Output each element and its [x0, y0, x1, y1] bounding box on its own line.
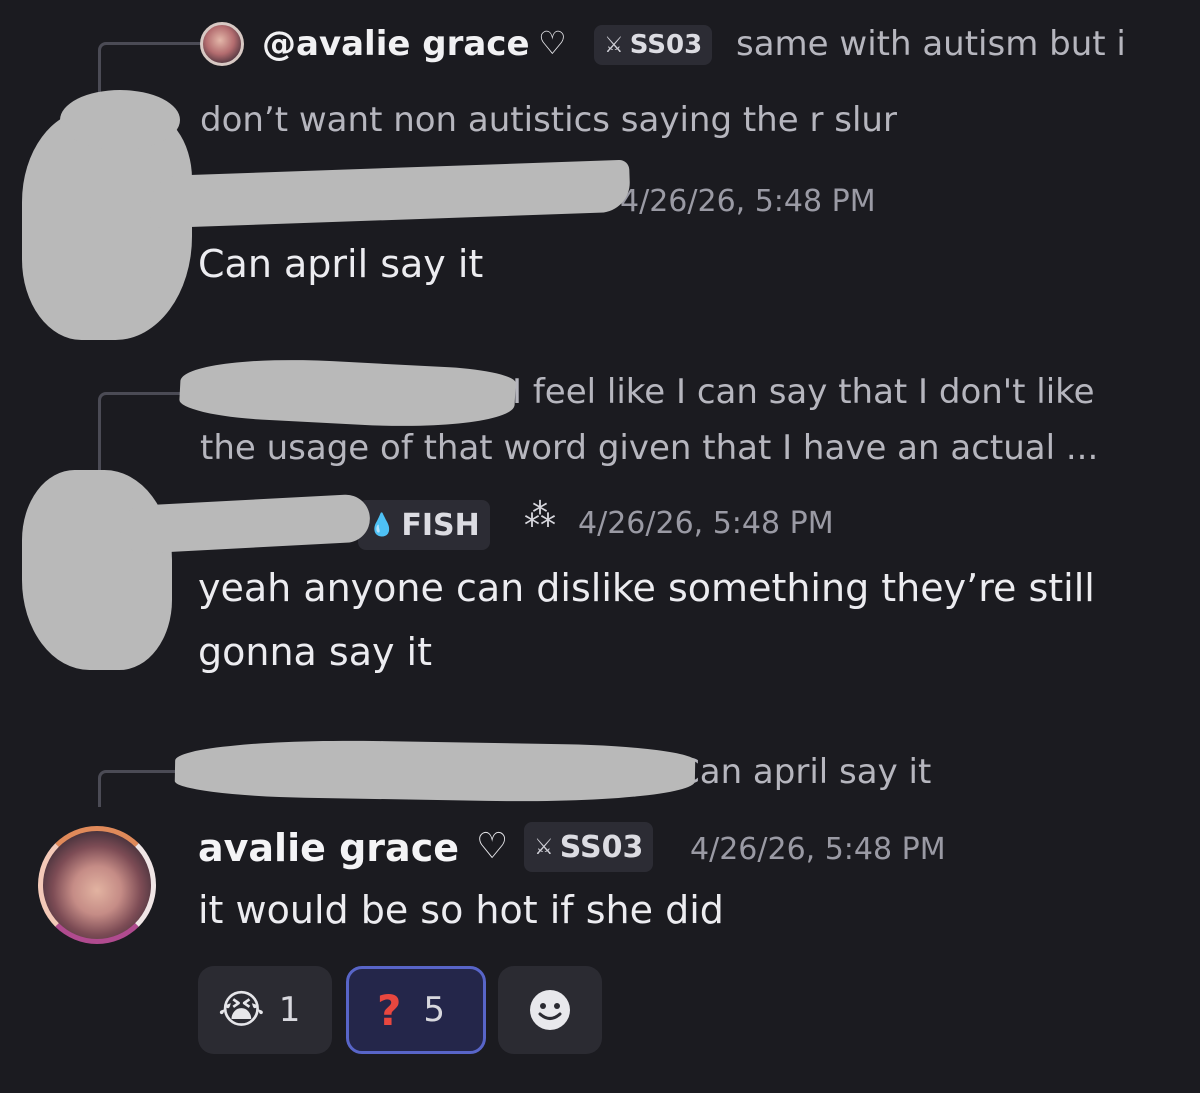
droplet-icon: 💧 [368, 512, 396, 538]
reply-avatar[interactable] [200, 22, 244, 66]
role-tag-label: SS03 [629, 30, 703, 60]
chat-screenshot: @avalie grace ♡ ⚔ SS03 same with autism … [0, 0, 1200, 1093]
heart-icon: ♡ [476, 826, 509, 867]
redaction-scribble [60, 90, 180, 150]
role-tag: ⚔ SS03 [594, 25, 713, 65]
role-tag-label: SS03 [559, 829, 644, 865]
redaction-scribble [174, 737, 696, 805]
smiley-add-icon [530, 990, 570, 1030]
reaction-count: 5 [423, 990, 446, 1030]
author-name[interactable]: avalie grace [198, 826, 459, 870]
redaction-scribble [149, 159, 631, 229]
reply-preview-continued[interactable]: don’t want non autistics saying the r sl… [200, 100, 897, 140]
crying-emoji-icon: 😭 [218, 987, 265, 1033]
avatar[interactable] [38, 826, 156, 944]
reply-preview-continued[interactable]: the usage of that word given that I have… [200, 428, 1098, 468]
reply-preview[interactable]: Can april say it [676, 752, 931, 792]
message-timestamp: 4/26/26, 5:48 PM [690, 832, 946, 867]
reaction-question[interactable]: ? 5 [346, 966, 486, 1054]
sword-icon: ⚔ [534, 834, 554, 860]
message-timestamp: 4/26/26, 5:48 PM [578, 506, 834, 541]
redaction-scribble [22, 470, 172, 670]
reply-preview[interactable]: same with autism but i [736, 24, 1126, 64]
role-tag: ⚔ SS03 [524, 822, 654, 872]
exclamation-sparkle-icon: ⁂ [524, 496, 556, 534]
reply-username[interactable]: @avalie grace [262, 24, 530, 64]
message-text: it would be so hot if she did [198, 888, 724, 932]
reaction-crying[interactable]: 😭 1 [198, 966, 332, 1054]
question-mark-emoji-icon: ? [377, 985, 402, 1035]
message-text: Can april say it [198, 242, 484, 286]
heart-icon: ♡ [538, 24, 567, 62]
reaction-count: 1 [278, 990, 301, 1030]
add-reaction-button[interactable] [498, 966, 602, 1054]
message-text: yeah anyone can dislike something they’r… [198, 566, 1095, 610]
redaction-scribble [178, 353, 517, 433]
role-tag: 💧 FISH [358, 500, 490, 550]
sword-icon: ⚔ [604, 32, 624, 58]
message-timestamp: 4/26/26, 5:48 PM [620, 184, 876, 219]
reply-preview[interactable]: I feel like I can say that I don't like [512, 372, 1095, 412]
message-text-continued: gonna say it [198, 630, 433, 674]
role-tag-label: FISH [401, 507, 480, 543]
